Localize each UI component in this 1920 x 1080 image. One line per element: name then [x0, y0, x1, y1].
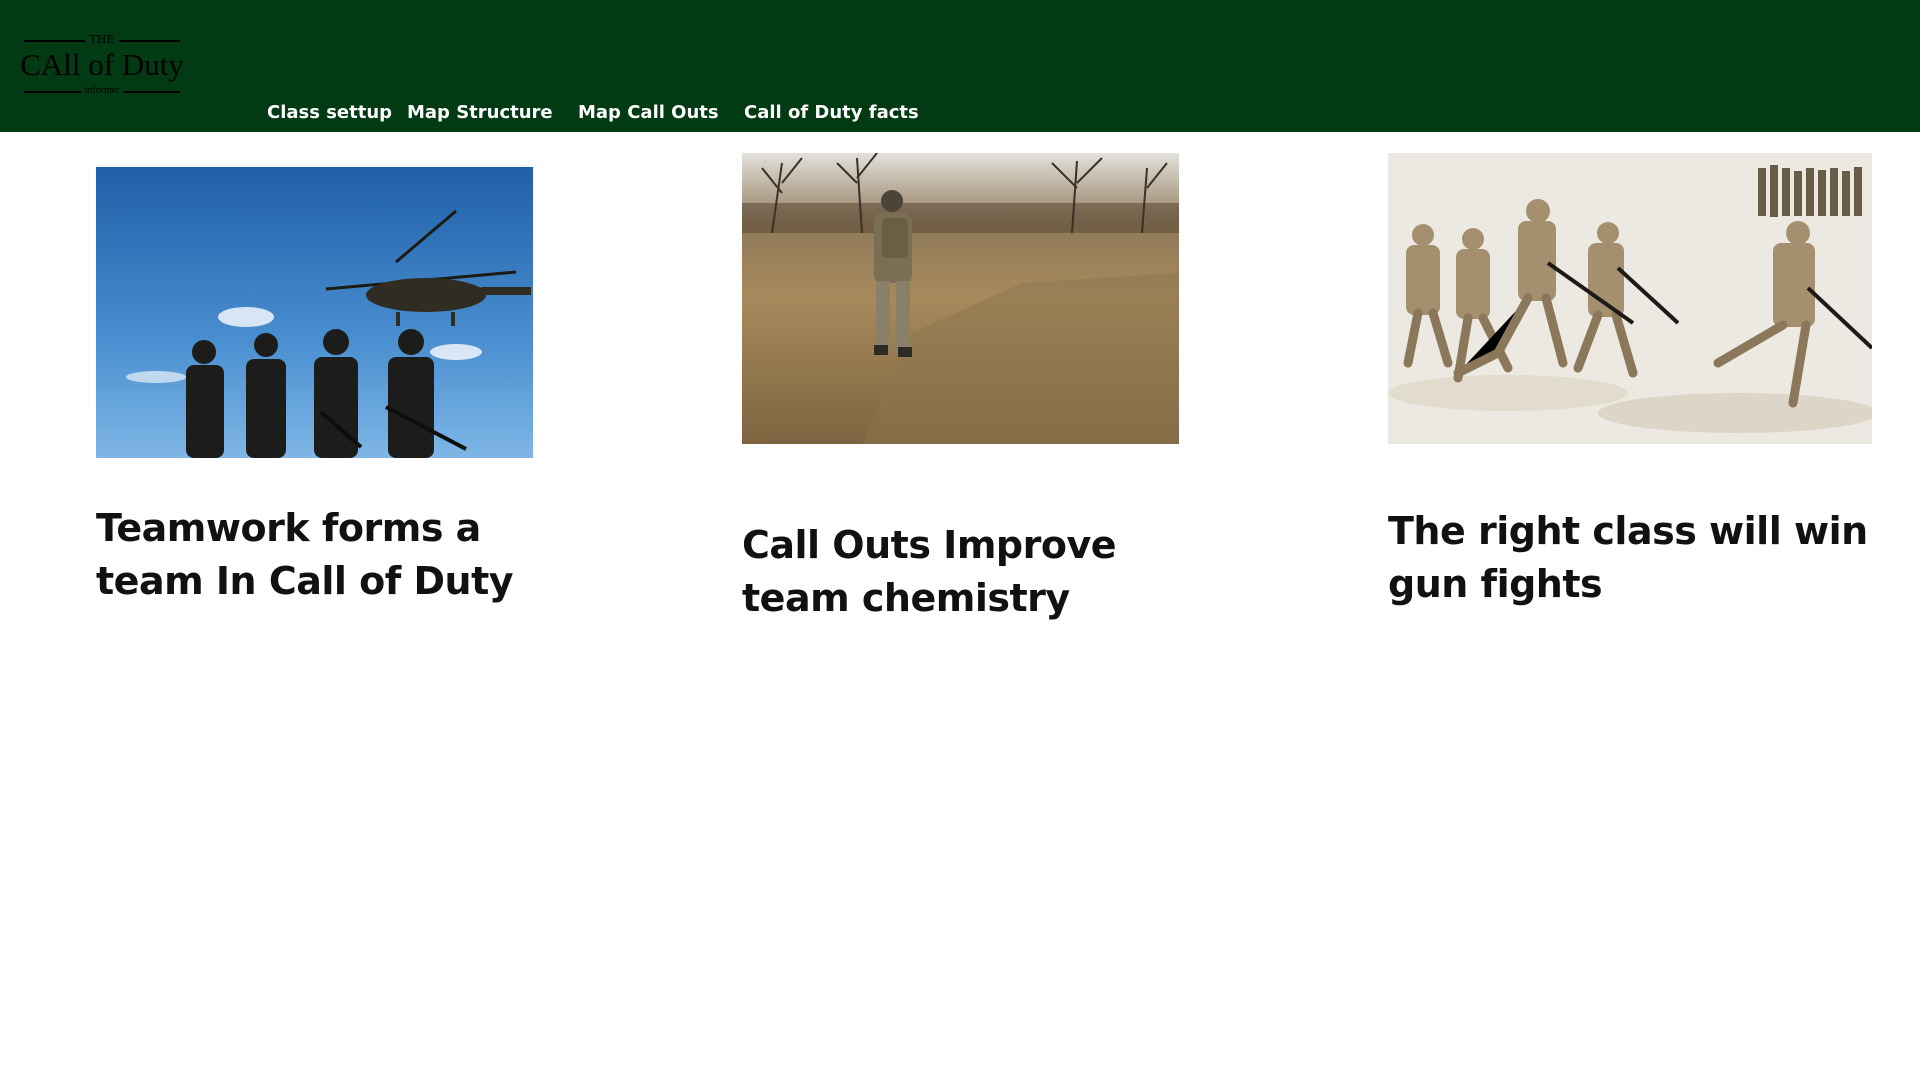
- logo-subtitle: informer: [80, 85, 124, 96]
- card-title-call-outs: Call Outs Improve team chemistry: [742, 523, 1117, 620]
- card-image-soldiers-helicopter: [96, 167, 533, 458]
- card-image-soldiers-running: [1388, 153, 1872, 444]
- logo-the-text: THE: [84, 33, 120, 46]
- logo-title: CAll of Duty: [20, 47, 184, 82]
- nav-map-call-outs[interactable]: Map Call Outs: [578, 101, 719, 125]
- nav-map-structure[interactable]: Map Structure: [407, 101, 553, 125]
- card-title-teamwork: Teamwork forms a team In Call of Duty: [96, 506, 514, 603]
- nav-call-of-duty-facts[interactable]: Call of Duty facts: [744, 101, 919, 125]
- site-header: THE CAll of Duty informer Class settup M…: [0, 0, 1920, 132]
- card-title-right-class: The right class will win gun fights: [1388, 509, 1868, 606]
- site-logo[interactable]: THE CAll of Duty informer: [14, 33, 190, 100]
- card-image-soldier-field: [742, 153, 1179, 444]
- nav-class-settup[interactable]: Class settup: [267, 101, 392, 125]
